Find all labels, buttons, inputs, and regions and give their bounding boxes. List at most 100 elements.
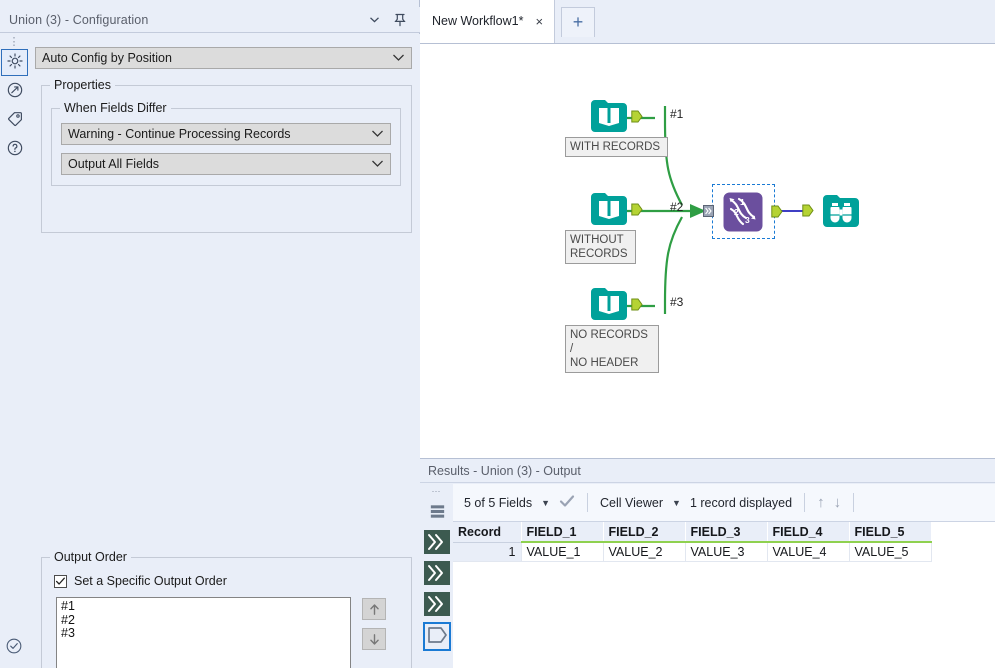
gear-icon [6, 52, 24, 73]
scroll-up-button[interactable]: ↑ [817, 494, 825, 511]
set-specific-output-order-checkbox[interactable]: Set a Specific Output Order [54, 574, 227, 588]
text-input-book-icon [588, 284, 630, 324]
output-anchor-1[interactable] [631, 110, 643, 126]
results-title: Results - Union (3) - Output [420, 459, 995, 483]
node-union-tool[interactable]: 1 2 3 [703, 184, 783, 239]
checkbox-label: Set a Specific Output Order [74, 574, 227, 588]
column-header-field-4[interactable]: FIELD_4 [767, 522, 850, 543]
svg-text:1: 1 [740, 197, 745, 207]
move-down-button[interactable] [362, 628, 386, 650]
chevron-down-icon [371, 157, 384, 171]
output-anchor-2[interactable] [631, 203, 643, 219]
close-icon[interactable]: × [535, 14, 543, 29]
column-header-field-3[interactable]: FIELD_3 [685, 522, 768, 543]
configuration-titlebar: Union (3) - Configuration [0, 7, 420, 33]
rail-item-annotation[interactable] [1, 107, 28, 134]
when-fields-differ-legend: When Fields Differ [60, 101, 171, 115]
rail-item-runtime[interactable] [1, 78, 28, 105]
cell-field-3[interactable]: VALUE_3 [685, 542, 768, 562]
results-rail-data-profile[interactable] [423, 622, 451, 651]
status-badge [5, 637, 23, 655]
checkmark-icon [55, 577, 65, 585]
node-label-with-records: WITH RECORDS [565, 137, 668, 157]
workflow-canvas[interactable]: #1 WITH RECORDS #2 WITHOUT RECORDS #3 NO… [420, 44, 995, 458]
tab-new-workflow1[interactable]: New Workflow1* × [420, 0, 556, 43]
list-item[interactable]: #2 [61, 613, 346, 628]
help-question-icon [6, 139, 24, 160]
svg-text:2: 2 [734, 207, 739, 217]
chevron-down-icon[interactable] [367, 13, 381, 27]
tab-strip: New Workflow1* × + [420, 0, 995, 44]
output-order-list[interactable]: #1 #2 #3 [56, 597, 351, 668]
behavior-value: Warning - Continue Processing Records [68, 127, 291, 141]
config-mode-dropdown[interactable]: Auto Config by Position [35, 47, 412, 69]
when-fields-differ-behavior-dropdown[interactable]: Warning - Continue Processing Records [61, 123, 391, 145]
pin-icon[interactable] [393, 13, 407, 27]
results-rail-chevron-3[interactable] [423, 591, 451, 620]
scroll-down-button[interactable]: ↓ [834, 494, 842, 511]
column-header-field-2[interactable]: FIELD_2 [603, 522, 686, 543]
results-grid[interactable]: Record FIELD_1 FIELD_2 FIELD_3 FIELD_4 F… [453, 522, 995, 668]
output-fields-dropdown[interactable]: Output All Fields [61, 153, 391, 175]
results-rail-table-view[interactable] [423, 498, 451, 527]
browse-input-anchor[interactable] [802, 204, 814, 220]
chevron-down-icon[interactable]: ▼ [541, 498, 550, 508]
column-header-field-1[interactable]: FIELD_1 [521, 522, 604, 543]
union-tool-icon: 1 2 3 [722, 191, 764, 236]
move-up-button[interactable] [362, 598, 386, 620]
results-panel: Results - Union (3) - Output ⋯ 5 of 5 Fi… [420, 458, 995, 668]
alteryx-designer-window: Union (3) - Configuration ⋮ Auto Config … [0, 0, 995, 668]
checkbox-box [54, 574, 67, 588]
record-count-label: 1 record displayed [689, 495, 793, 510]
column-header-field-5[interactable]: FIELD_5 [849, 522, 932, 543]
toolbar-separator [804, 493, 806, 512]
anchor-label-1: #1 [670, 107, 684, 121]
add-tab-button[interactable]: + [561, 7, 596, 37]
rail-item-help[interactable] [1, 136, 28, 163]
anchor-label-3: #3 [670, 295, 684, 309]
anchor-label-2: #2 [670, 200, 684, 214]
union-input-anchor[interactable] [703, 205, 714, 220]
union-output-anchor[interactable] [771, 205, 783, 221]
table-row[interactable]: 1 VALUE_1 VALUE_2 VALUE_3 VALUE_4 VALUE_… [453, 542, 932, 562]
list-item[interactable]: #1 [61, 599, 346, 614]
results-toolbar: 5 of 5 Fields ▼ Cell Viewer ▼ 1 record d… [453, 484, 995, 522]
configuration-body: Auto Config by Position Properties When … [29, 34, 420, 668]
chevron-down-icon[interactable]: ▼ [672, 498, 681, 508]
list-item[interactable]: #3 [61, 626, 346, 641]
text-input-book-icon [588, 189, 630, 229]
results-table: Record FIELD_1 FIELD_2 FIELD_3 FIELD_4 F… [453, 522, 932, 562]
cell-field-4[interactable]: VALUE_4 [767, 542, 850, 562]
node-without-records[interactable]: #2 WITHOUT RECORDS [565, 189, 683, 264]
tab-label: New Workflow1* [432, 14, 524, 28]
chevron-double-right-icon [424, 561, 450, 588]
cell-field-1[interactable]: VALUE_1 [521, 542, 604, 562]
chevron-double-right-icon [424, 530, 450, 557]
results-rail-chevron-2[interactable] [423, 560, 451, 589]
fields-count-label[interactable]: 5 of 5 Fields [464, 496, 532, 510]
output-fields-value: Output All Fields [68, 157, 160, 171]
table-header-row: Record FIELD_1 FIELD_2 FIELD_3 FIELD_4 F… [453, 522, 932, 543]
cell-record: 1 [453, 542, 522, 562]
column-header-record[interactable]: Record [453, 522, 522, 543]
arrow-up-icon [369, 603, 379, 615]
rail-item-configuration[interactable] [1, 49, 28, 76]
node-no-records-no-header[interactable]: #3 NO RECORDS / NO HEADER [565, 284, 683, 373]
configuration-rail: ⋮ [0, 34, 29, 668]
table-grid-icon [428, 502, 447, 524]
output-anchor-3[interactable] [631, 298, 643, 314]
cell-field-2[interactable]: VALUE_2 [603, 542, 686, 562]
svg-text:3: 3 [745, 215, 750, 225]
tag-icon [6, 110, 24, 131]
chevron-double-right-icon [424, 592, 450, 619]
results-rail: ⋯ [420, 484, 453, 668]
titlebar-icon-group [367, 13, 420, 27]
cell-field-5[interactable]: VALUE_5 [849, 542, 932, 562]
chevron-down-icon [371, 127, 384, 141]
checkmark-icon[interactable] [559, 494, 575, 511]
node-label-without-records: WITHOUT RECORDS [565, 230, 636, 264]
rail-drag-dots: ⋮ [8, 36, 21, 48]
results-rail-chevron-1[interactable] [423, 529, 451, 558]
node-with-records[interactable]: #1 WITH RECORDS [565, 96, 683, 157]
cell-viewer-label[interactable]: Cell Viewer [600, 496, 663, 510]
